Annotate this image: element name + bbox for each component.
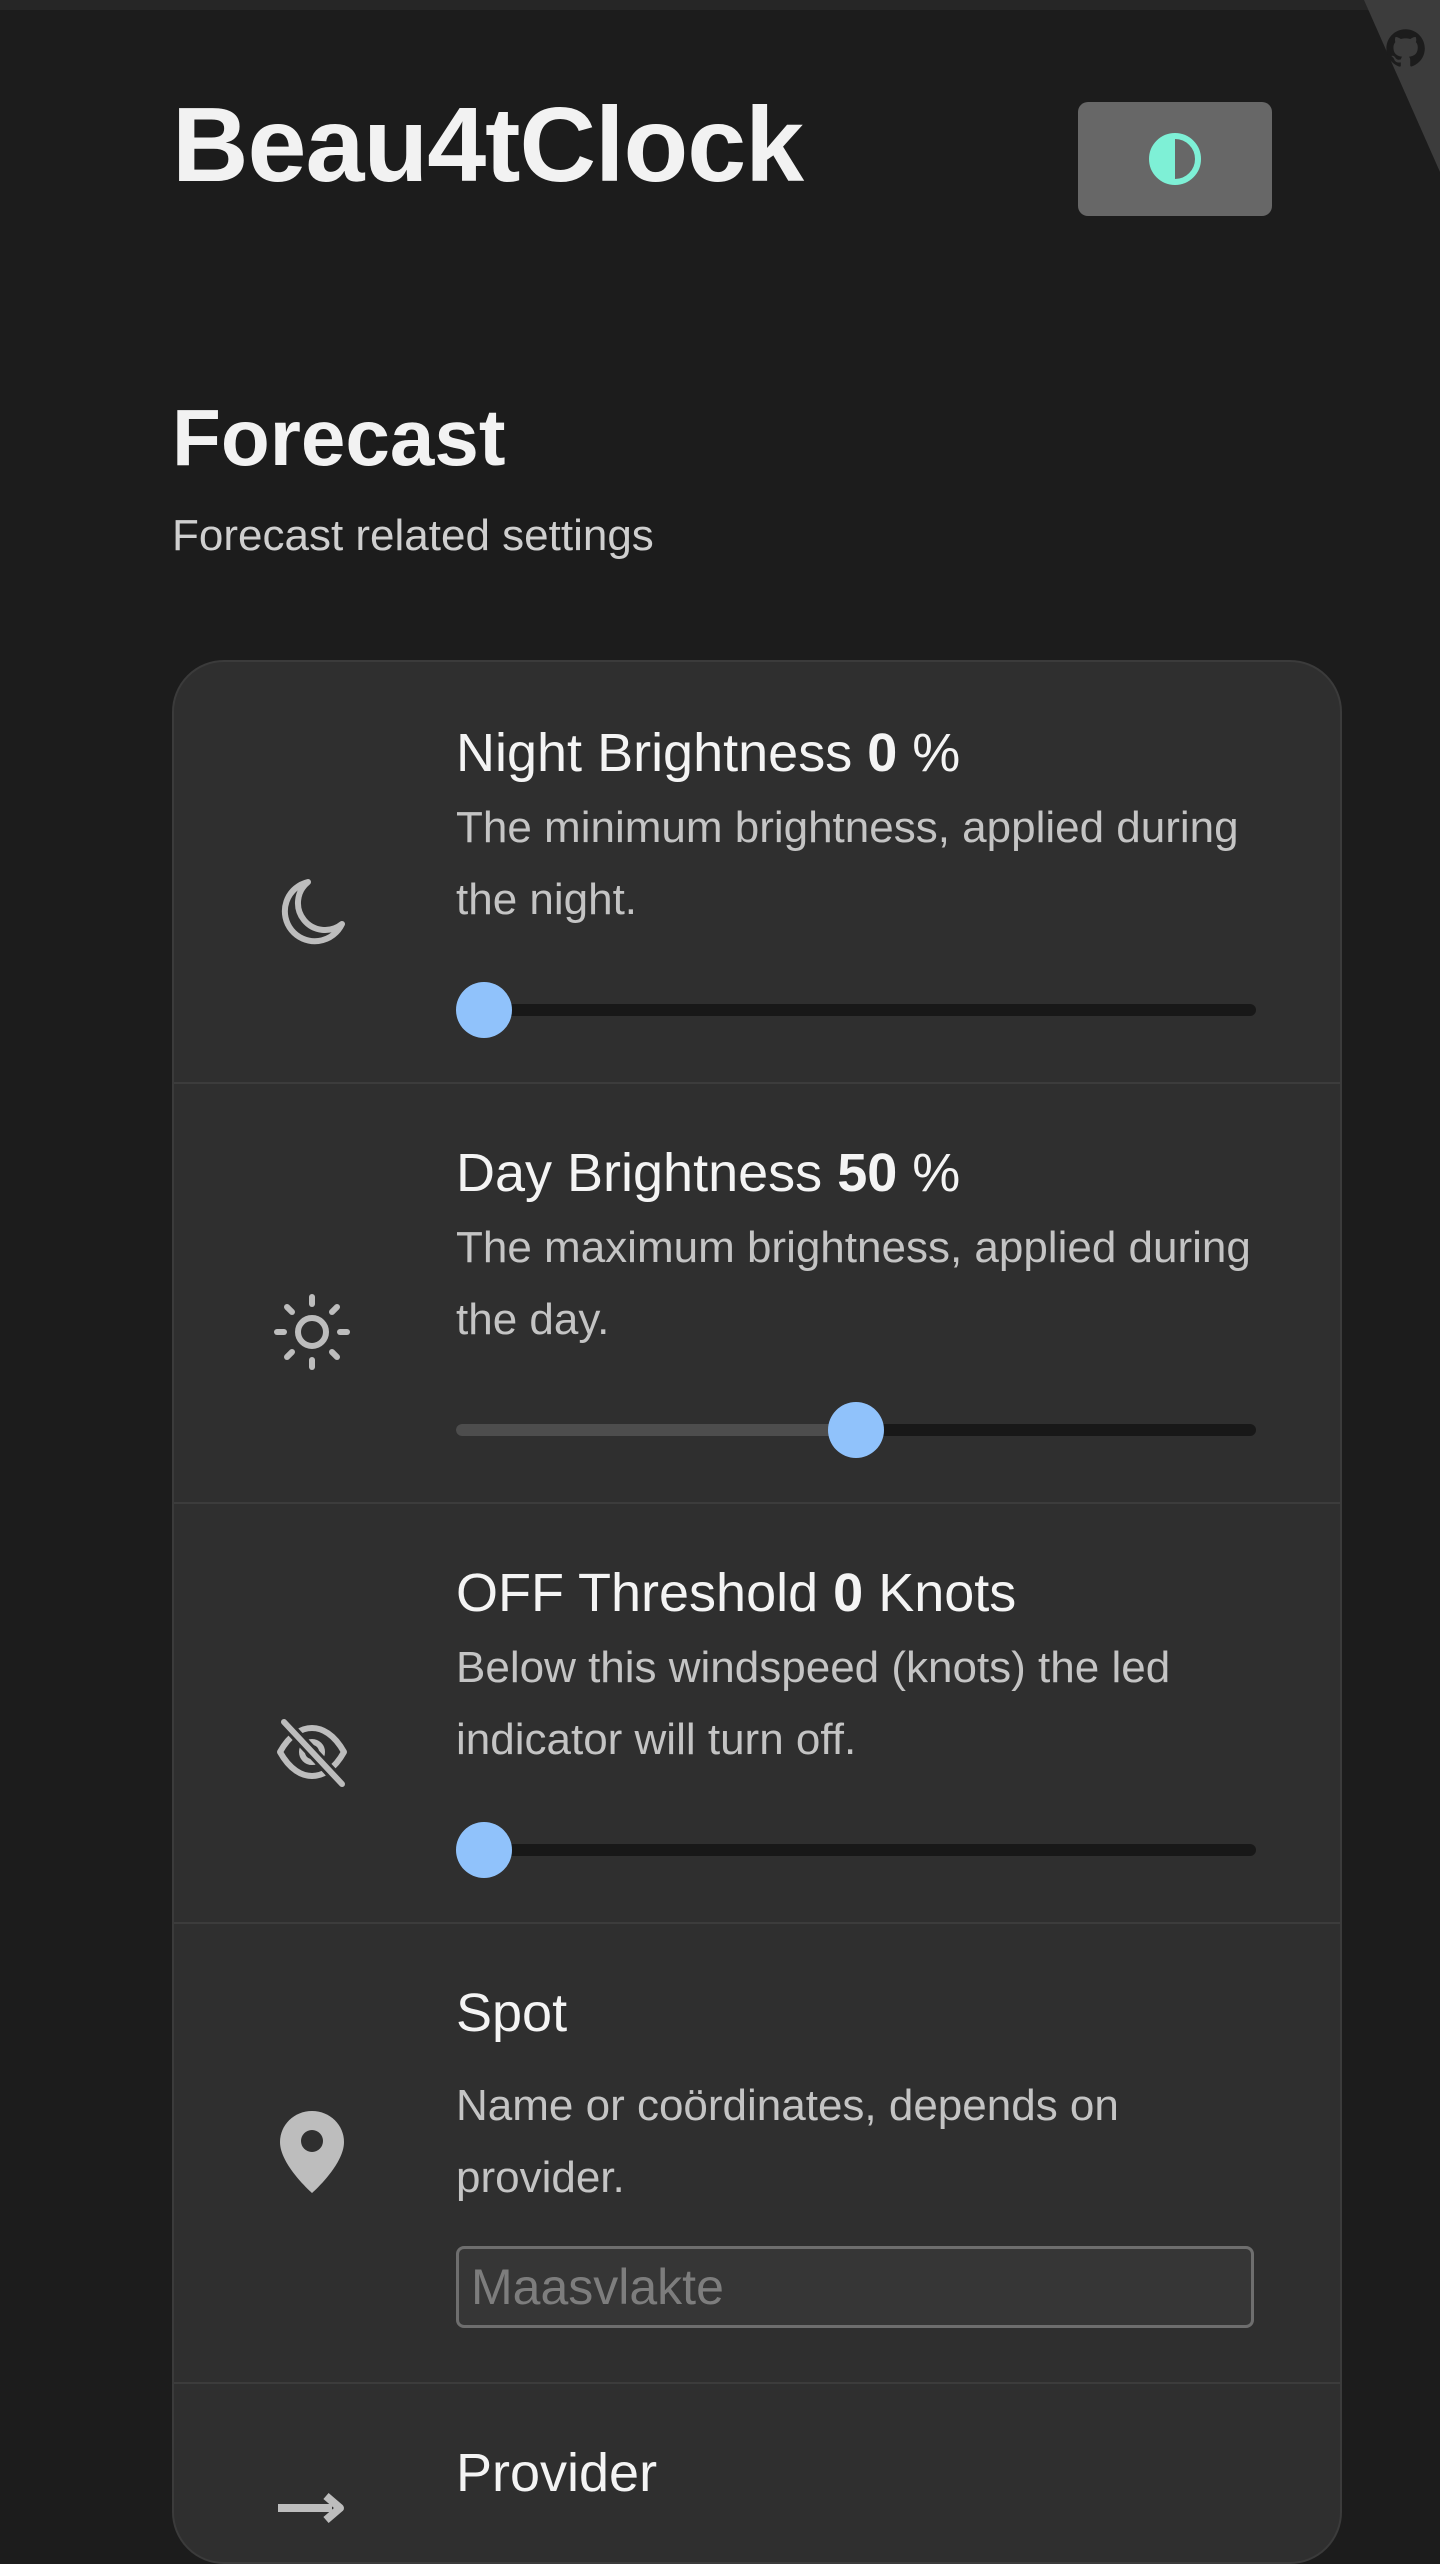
day-brightness-description: The maximum brightness, applied during t… xyxy=(456,1223,1251,1344)
top-edge-bar xyxy=(0,0,1440,10)
provider-arrow-icon xyxy=(274,2474,350,2550)
location-pin-icon xyxy=(274,2111,350,2193)
slider-thumb[interactable] xyxy=(828,1402,884,1458)
eye-off-icon xyxy=(274,1714,350,1790)
day-brightness-value: 50 xyxy=(837,1143,898,1203)
night-brightness-title: Night Brightness 0 % xyxy=(456,723,961,783)
off-threshold-slider[interactable] xyxy=(456,1822,1256,1882)
section-title: Forecast xyxy=(172,393,506,482)
spot-title: Spot xyxy=(456,1983,568,2043)
spot-description: Name or coördinates, depends on provider… xyxy=(456,2081,1119,2202)
section-subtitle: Forecast related settings xyxy=(172,511,654,560)
app-title: Beau4tClock xyxy=(172,86,804,204)
slider-thumb[interactable] xyxy=(456,1822,512,1878)
setting-row-night-brightness: Night Brightness 0 % The minimum brightn… xyxy=(174,662,1340,1084)
setting-row-off-threshold: OFF Threshold 0 Knots Below this windspe… xyxy=(174,1502,1340,1924)
day-brightness-title: Day Brightness 50 % xyxy=(456,1143,961,1203)
theme-toggle-button[interactable] xyxy=(1078,102,1272,216)
night-brightness-description: The minimum brightness, applied during t… xyxy=(456,803,1239,924)
sun-icon xyxy=(274,1294,350,1370)
provider-title: Provider xyxy=(456,2443,658,2503)
night-brightness-slider[interactable] xyxy=(456,982,1256,1042)
off-threshold-value: 0 xyxy=(833,1563,864,1623)
night-brightness-value: 0 xyxy=(867,723,898,783)
slider-thumb[interactable] xyxy=(456,982,512,1038)
setting-row-provider: Provider xyxy=(174,2382,1340,2562)
contrast-icon xyxy=(1149,133,1201,185)
github-octocat-icon xyxy=(1364,0,1440,172)
setting-row-spot: Spot Name or coördinates, depends on pro… xyxy=(174,1922,1340,2384)
off-threshold-title: OFF Threshold 0 Knots xyxy=(456,1563,1017,1623)
setting-row-day-brightness: Day Brightness 50 % The maximum brightne… xyxy=(174,1082,1340,1504)
off-threshold-description: Below this windspeed (knots) the led ind… xyxy=(456,1643,1171,1764)
settings-card: Night Brightness 0 % The minimum brightn… xyxy=(172,660,1342,2564)
github-corner-link[interactable] xyxy=(1268,0,1440,172)
day-brightness-slider[interactable] xyxy=(456,1402,1256,1462)
spot-input[interactable] xyxy=(456,2246,1254,2328)
moon-icon xyxy=(274,874,350,950)
